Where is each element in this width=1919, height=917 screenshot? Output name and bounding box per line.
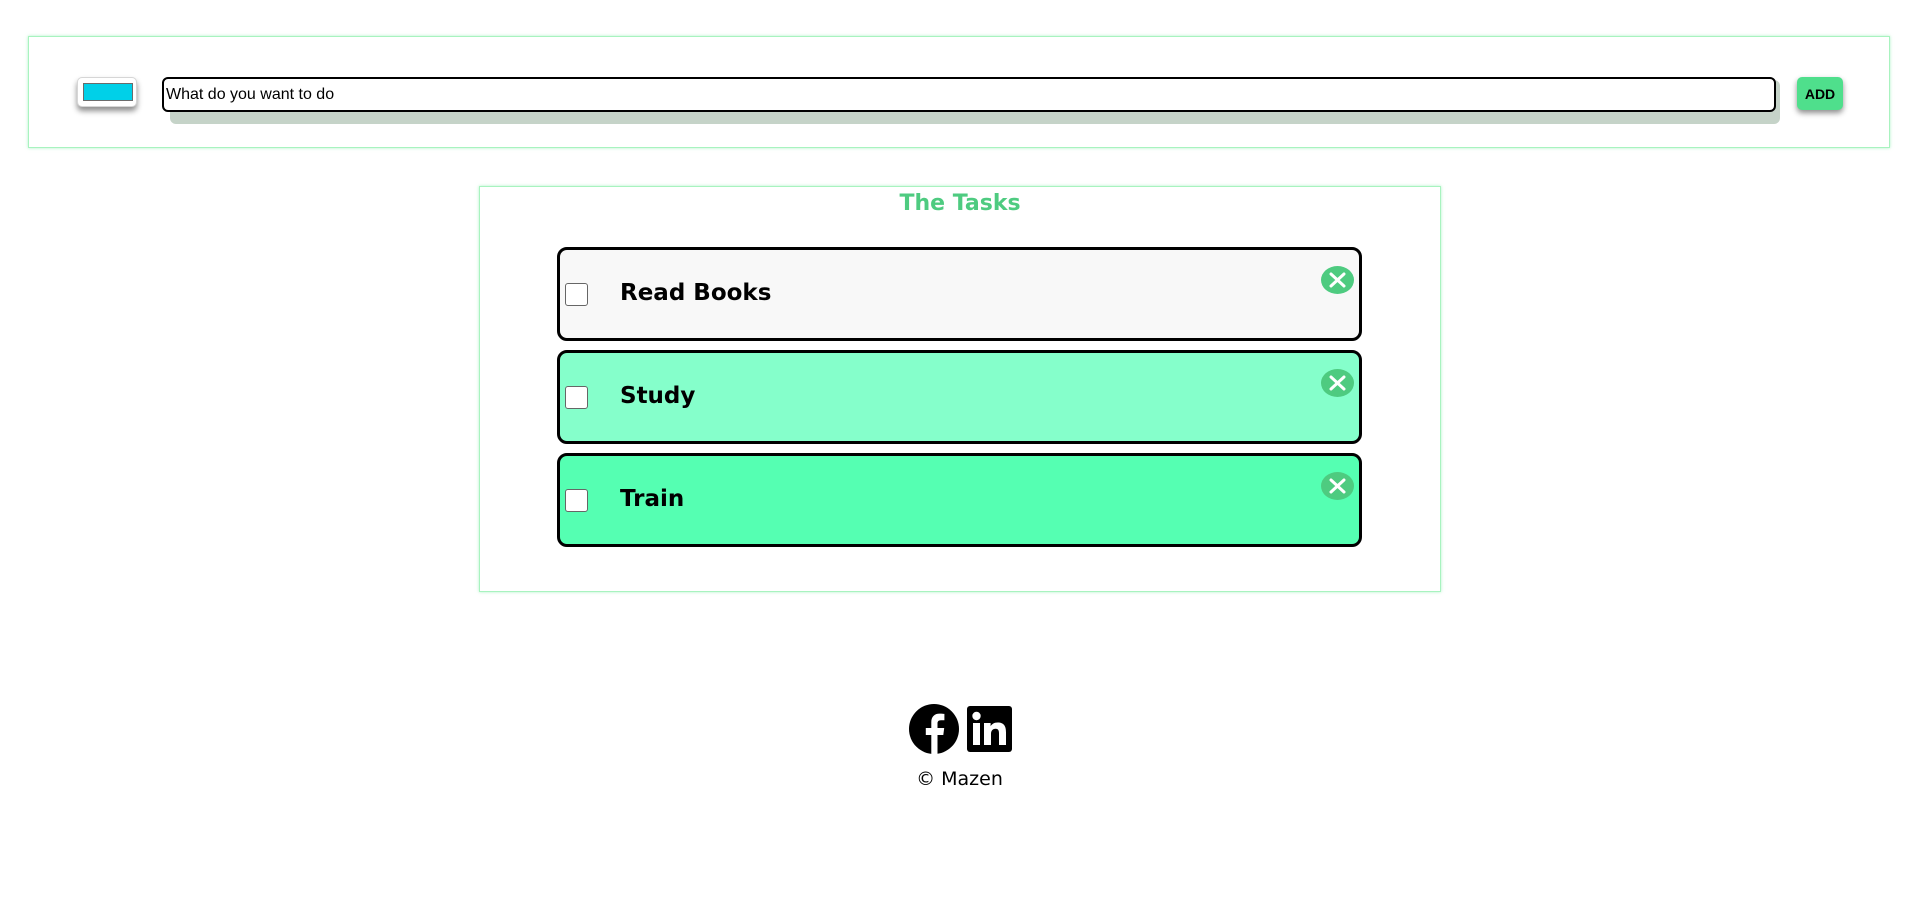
- tasks-title: The Tasks: [899, 191, 1021, 216]
- linkedin-icon[interactable]: [967, 706, 1012, 752]
- tasks-panel: The Tasks Read Books Study Train: [479, 186, 1441, 592]
- task-input[interactable]: [162, 77, 1776, 112]
- task-checkbox[interactable]: [565, 489, 588, 512]
- task-item: Read Books: [557, 247, 1362, 341]
- copyright-text: © Mazen: [916, 768, 1003, 790]
- close-icon: [1329, 375, 1346, 391]
- social-links: [909, 704, 1014, 754]
- task-label: Read Books: [620, 280, 772, 306]
- task-item: Study: [557, 350, 1362, 444]
- facebook-icon[interactable]: [909, 704, 959, 754]
- add-button[interactable]: ADD: [1797, 77, 1843, 110]
- close-icon: [1329, 272, 1346, 288]
- remove-task-button[interactable]: [1321, 266, 1354, 294]
- task-label: Study: [620, 383, 696, 409]
- task-color-picker[interactable]: [77, 77, 137, 107]
- color-swatch: [83, 83, 133, 101]
- task-checkbox[interactable]: [565, 283, 588, 306]
- new-task-panel: ADD: [28, 36, 1890, 148]
- close-icon: [1329, 478, 1346, 494]
- task-item: Train: [557, 453, 1362, 547]
- remove-task-button[interactable]: [1321, 369, 1354, 397]
- task-checkbox[interactable]: [565, 386, 588, 409]
- remove-task-button[interactable]: [1321, 472, 1354, 500]
- task-label: Train: [620, 486, 685, 512]
